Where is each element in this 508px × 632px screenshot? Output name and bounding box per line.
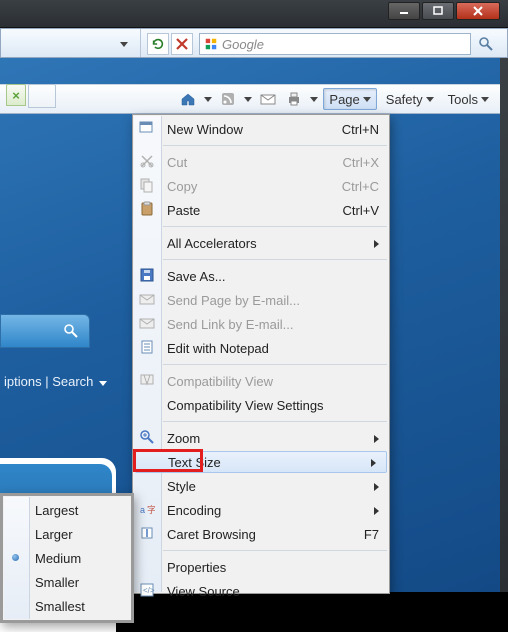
- source-icon: </>: [139, 582, 155, 598]
- menu-properties[interactable]: Properties: [133, 555, 389, 579]
- save-icon: [139, 267, 155, 283]
- chevron-down-icon: [363, 97, 371, 102]
- tools-menu-button[interactable]: Tools: [443, 88, 494, 110]
- menu-text-size[interactable]: Text Size: [135, 451, 387, 473]
- menu-save-as[interactable]: Save As...: [133, 264, 389, 288]
- cut-icon: [139, 153, 155, 169]
- chevron-right-icon: [374, 483, 379, 491]
- stop-button[interactable]: [171, 33, 193, 55]
- text-size-submenu: Largest Larger Medium Smaller Smallest: [0, 493, 134, 623]
- page-search-panel-fragment: [0, 314, 90, 348]
- menu-send-page: Send Page by E-mail...: [133, 288, 389, 312]
- caret-icon: [139, 525, 155, 541]
- home-button[interactable]: [177, 88, 199, 110]
- maximize-button[interactable]: [422, 2, 454, 20]
- menu-cut: Cut Ctrl+X: [133, 150, 389, 174]
- print-button[interactable]: [283, 88, 305, 110]
- menu-encoding[interactable]: a字 Encoding: [133, 498, 389, 522]
- paste-icon: [139, 201, 155, 217]
- window-right-border: [500, 58, 508, 592]
- page-menu-dropdown: New Window Ctrl+N Cut Ctrl+X Copy Ctrl+C…: [132, 114, 390, 594]
- search-go-button[interactable]: [475, 33, 497, 55]
- menu-new-window[interactable]: New Window Ctrl+N: [133, 117, 389, 141]
- page-menu-label: Page: [329, 92, 359, 107]
- text-size-larger[interactable]: Larger: [3, 522, 131, 546]
- svg-text:a: a: [140, 505, 145, 515]
- menu-copy: Copy Ctrl+C: [133, 174, 389, 198]
- new-tab-button[interactable]: [28, 84, 56, 108]
- menu-paste[interactable]: Paste Ctrl+V: [133, 198, 389, 222]
- mail-link-icon: [139, 315, 155, 331]
- menu-all-accelerators[interactable]: All Accelerators: [133, 231, 389, 255]
- chevron-down-icon: [426, 97, 434, 102]
- address-dropdown-icon[interactable]: [120, 35, 136, 51]
- feeds-button[interactable]: [217, 88, 239, 110]
- menu-view-source[interactable]: </> View Source: [133, 579, 389, 603]
- menu-send-link: Send Link by E-mail...: [133, 312, 389, 336]
- menu-edit-notepad[interactable]: Edit with Notepad: [133, 336, 389, 360]
- tab-close-button[interactable]: ×: [6, 84, 26, 106]
- new-window-icon: [139, 120, 155, 136]
- tools-menu-label: Tools: [448, 92, 478, 107]
- text-size-medium[interactable]: Medium: [3, 546, 131, 570]
- search-icon: [63, 323, 79, 339]
- text-size-largest[interactable]: Largest: [3, 498, 131, 522]
- refresh-button[interactable]: [147, 33, 169, 55]
- read-mail-button[interactable]: [257, 88, 279, 110]
- menu-caret-browsing[interactable]: Caret Browsing F7: [133, 522, 389, 546]
- mail-icon: [139, 291, 155, 307]
- svg-text:</>: </>: [143, 586, 155, 595]
- menu-compatibility-settings[interactable]: Compatibility View Settings: [133, 393, 389, 417]
- svg-text:字: 字: [147, 504, 155, 515]
- safety-menu-button[interactable]: Safety: [381, 88, 439, 110]
- menu-compatibility-view: Compatibility View: [133, 369, 389, 393]
- page-nav-fragment: iptions | Search: [0, 374, 132, 394]
- search-placeholder: Google: [222, 37, 264, 52]
- chevron-right-icon: [374, 240, 379, 248]
- chevron-right-icon: [374, 507, 379, 515]
- google-icon: [204, 37, 218, 51]
- notepad-icon: [139, 339, 155, 355]
- command-bar: Page Safety Tools: [0, 84, 500, 114]
- chevron-down-icon: [99, 381, 107, 386]
- chevron-down-icon: [481, 97, 489, 102]
- selected-dot-icon: [12, 554, 19, 561]
- chevron-right-icon: [374, 435, 379, 443]
- browser-navigation-bar: Google: [0, 28, 508, 58]
- copy-icon: [139, 177, 155, 193]
- text-size-smallest[interactable]: Smallest: [3, 594, 131, 618]
- address-bar-fragment[interactable]: [1, 29, 141, 57]
- window-titlebar: [0, 0, 508, 28]
- safety-menu-label: Safety: [386, 92, 423, 107]
- text-size-smaller[interactable]: Smaller: [3, 570, 131, 594]
- search-box[interactable]: Google: [199, 33, 471, 55]
- compat-icon: [139, 372, 155, 388]
- browser-content-area: × Page Safety: [0, 58, 500, 592]
- chevron-right-icon: [371, 459, 376, 467]
- menu-zoom[interactable]: Zoom: [133, 426, 389, 450]
- page-menu-button[interactable]: Page: [323, 88, 376, 110]
- minimize-button[interactable]: [388, 2, 420, 20]
- close-button[interactable]: [456, 2, 500, 20]
- zoom-icon: [139, 429, 155, 445]
- encoding-icon: a字: [139, 501, 155, 517]
- menu-style[interactable]: Style: [133, 474, 389, 498]
